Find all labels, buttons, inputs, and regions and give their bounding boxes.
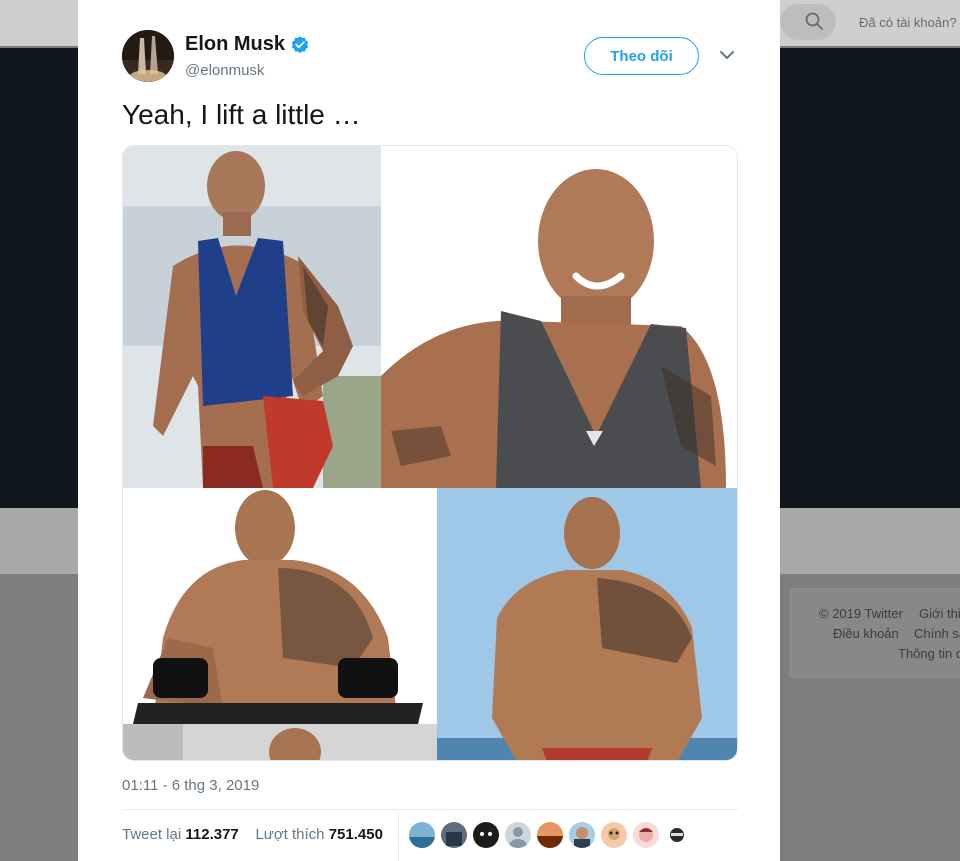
liker-avatar[interactable] <box>409 822 435 848</box>
tweet-card: Elon Musk @elonmusk Theo dõi Yeah, I lif… <box>78 0 780 861</box>
photo-blue-tank[interactable] <box>123 146 381 488</box>
photo-beach[interactable] <box>437 488 737 760</box>
stats-separator <box>398 813 399 861</box>
follow-button[interactable]: Theo dõi <box>584 37 699 75</box>
search-icon[interactable] <box>805 12 823 30</box>
tweet-text: Yeah, I lift a little … <box>122 99 361 130</box>
liker-avatar[interactable] <box>633 822 659 848</box>
liker-avatar[interactable] <box>441 822 467 848</box>
photo-strip[interactable] <box>123 724 437 760</box>
photo-grey-tank[interactable] <box>381 146 737 488</box>
tweet-media-grid[interactable] <box>122 145 738 761</box>
author-handle[interactable]: @elonmusk <box>185 62 264 79</box>
footer-copyright: © 2019 Twitter <box>819 606 903 621</box>
likes-label: Lượt thích <box>255 826 325 843</box>
footer-info-link[interactable]: Thông tin c <box>898 646 960 661</box>
retweets-count: 112.377 <box>185 826 239 843</box>
likes-stat[interactable]: Lượt thích 751.450 <box>255 826 382 843</box>
tweet-timestamp[interactable]: 01:11 - 6 thg 3, 2019 <box>122 777 259 794</box>
footer-about-link[interactable]: Giới thi <box>919 606 960 621</box>
background-footer: © 2019 Twitter Giới thi Điều khoản Chính… <box>790 588 960 678</box>
liker-avatar[interactable] <box>537 822 563 848</box>
retweets-stat[interactable]: Tweet lại 112.377 <box>122 826 239 843</box>
author-avatar[interactable] <box>122 30 174 82</box>
author-name[interactable]: Elon Musk <box>185 33 310 56</box>
divider <box>122 809 738 810</box>
likes-count: 751.450 <box>328 826 383 843</box>
footer-terms-link[interactable]: Điều khoản <box>833 626 899 641</box>
liker-avatar[interactable] <box>665 822 691 848</box>
liker-avatar[interactable] <box>473 822 499 848</box>
author-name-text[interactable]: Elon Musk <box>185 33 285 56</box>
photo-seated[interactable] <box>123 488 437 724</box>
footer-policy-link[interactable]: Chính sá <box>914 626 960 641</box>
chevron-down-icon[interactable] <box>718 48 736 62</box>
verified-badge-icon <box>291 35 309 53</box>
login-prompt-link[interactable]: Đã có tài khoản? <box>859 15 957 30</box>
liker-avatars <box>409 822 691 850</box>
liker-avatar[interactable] <box>505 822 531 848</box>
liker-avatar[interactable] <box>601 822 627 848</box>
liker-avatar[interactable] <box>569 822 595 848</box>
tweet-stats: Tweet lại 112.377 Lượt thích 751.450 <box>122 826 383 843</box>
retweets-label: Tweet lại <box>122 826 182 843</box>
